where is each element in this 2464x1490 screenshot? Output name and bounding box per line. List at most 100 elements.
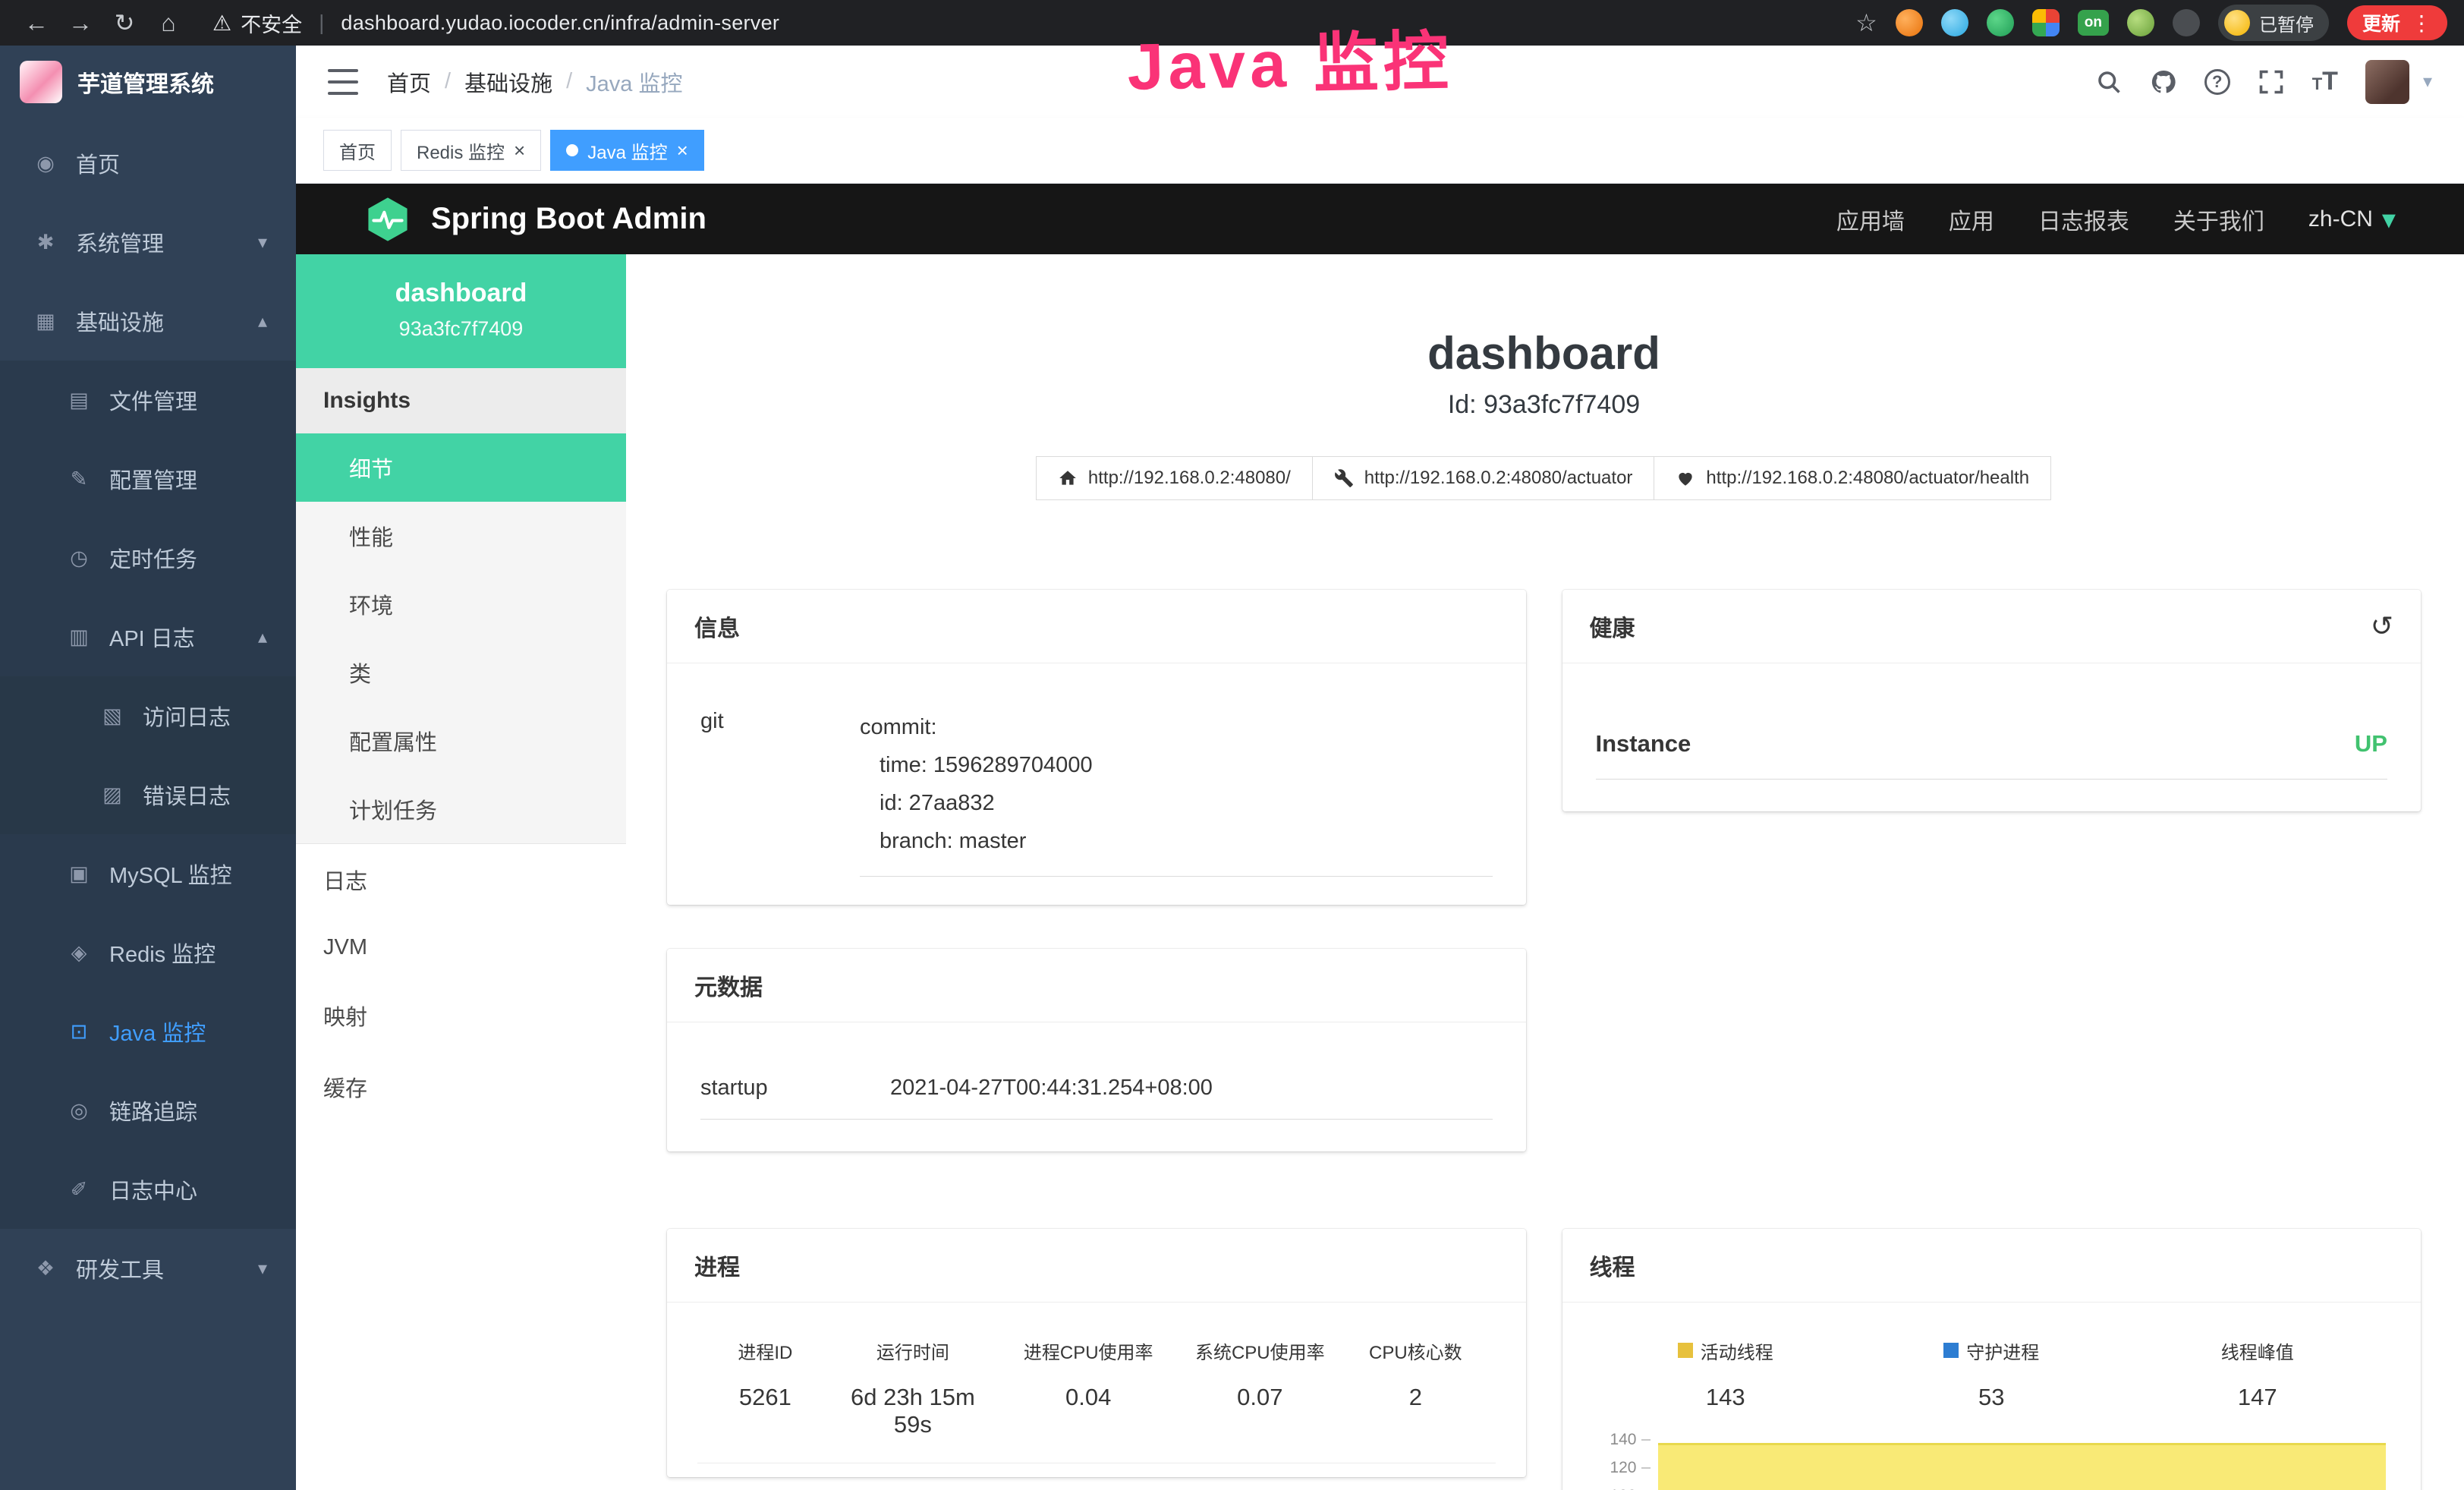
locale-dropdown[interactable]: zh-CN ▾ — [2308, 203, 2396, 235]
breadcrumb-item-home[interactable]: 首页 — [387, 66, 431, 98]
metadata-key: startup — [700, 1076, 890, 1101]
instance-header[interactable]: dashboard 93a3fc7f7409 — [296, 254, 626, 368]
sba-item-details[interactable]: 细节 — [296, 433, 626, 502]
gear-icon: ✱ — [32, 231, 59, 254]
sidebar-item-access-logs[interactable]: ▧ 访问日志 — [0, 676, 296, 755]
profile-button[interactable]: 已暂停 — [2218, 5, 2329, 41]
history-icon[interactable]: ↺ — [2371, 610, 2393, 642]
sba-item-mappings[interactable]: 映射 — [296, 980, 626, 1051]
extension-icon-3[interactable] — [1987, 9, 2014, 36]
sba-item-scheduled-tasks[interactable]: 计划任务 — [296, 775, 626, 843]
actuator-url-link[interactable]: http://192.168.0.2:48080/actuator — [1312, 456, 1655, 500]
hamburger-button[interactable] — [328, 69, 358, 95]
extension-icon-1[interactable] — [1896, 9, 1923, 36]
sidebar-item-error-logs[interactable]: ▨ 错误日志 — [0, 755, 296, 834]
tab-home[interactable]: 首页 — [323, 130, 392, 171]
sidebar-item-redis-monitor[interactable]: ◈ Redis 监控 — [0, 913, 296, 992]
sidebar-item-label: 文件管理 — [109, 384, 267, 416]
legend-value: 143 — [1593, 1384, 1859, 1411]
sidebar-item-dev-tools[interactable]: ❖ 研发工具 ▾ — [0, 1229, 296, 1308]
sba-item-config-props[interactable]: 配置属性 — [296, 707, 626, 775]
sidebar-item-system-management[interactable]: ✱ 系统管理 ▾ — [0, 203, 296, 282]
threads-chart: 140 120 100 — [1593, 1422, 2391, 1490]
extension-icon-2[interactable] — [1941, 9, 1968, 36]
sidebar-item-mysql-monitor[interactable]: ▣ MySQL 监控 — [0, 834, 296, 913]
sidebar-item-home[interactable]: ◉ 首页 — [0, 124, 296, 203]
sidebar-item-api-logs[interactable]: ▥ API 日志 ▴ — [0, 597, 296, 676]
close-icon[interactable]: × — [514, 139, 525, 162]
legend-label: 线程峰值 — [2221, 1337, 2294, 1364]
sba-nav-applications[interactable]: 应用 — [1949, 203, 1994, 236]
sidebar-item-tracing[interactable]: ◎ 链路追踪 — [0, 1071, 296, 1150]
metadata-card-title: 元数据 — [694, 969, 763, 1002]
sidebar-item-file-management[interactable]: ▤ 文件管理 — [0, 361, 296, 439]
info-card: 信息 git commit: time: 1596289704000 id: 2… — [667, 590, 1526, 905]
sidebar-item-java-monitor[interactable]: ⊡ Java 监控 — [0, 992, 296, 1071]
home-icon — [1058, 468, 1078, 488]
help-icon[interactable]: ? — [2204, 69, 2230, 95]
sidebar-item-log-center[interactable]: ✐ 日志中心 — [0, 1150, 296, 1229]
reload-button[interactable]: ↻ — [105, 8, 144, 37]
github-icon[interactable] — [2150, 68, 2177, 96]
fullscreen-icon[interactable] — [2258, 68, 2285, 96]
sba-content: dashboard Id: 93a3fc7f7409 http://192.16… — [626, 254, 2464, 1490]
sba-nav-about[interactable]: 关于我们 — [2173, 203, 2264, 236]
link-label: http://192.168.0.2:48080/actuator — [1364, 468, 1633, 489]
instance-url-link[interactable]: http://192.168.0.2:48080/ — [1036, 456, 1313, 500]
legend-label: 活动线程 — [1701, 1337, 1773, 1364]
sidebar-item-label: 配置管理 — [109, 463, 267, 495]
home-button[interactable]: ⌂ — [149, 9, 188, 37]
app-logo[interactable]: 芋道管理系统 — [0, 46, 296, 118]
forward-button[interactable]: → — [61, 9, 100, 37]
locale-label: zh-CN — [2308, 206, 2373, 232]
tab-redis-monitor[interactable]: Redis 监控 × — [401, 130, 541, 171]
chrome-update-button[interactable]: 更新 ⋮ — [2347, 5, 2447, 40]
security-label: 不安全 — [241, 8, 302, 38]
sba-item-logs[interactable]: 日志 — [296, 844, 626, 915]
address-bar[interactable]: dashboard.yudao.iocoder.cn/infra/admin-s… — [341, 11, 779, 35]
sba-logo-icon — [364, 196, 411, 243]
redis-icon: ◈ — [65, 941, 93, 965]
sba-item-classes[interactable]: 类 — [296, 638, 626, 707]
sidebar-item-label: 错误日志 — [143, 779, 267, 811]
sba-item-caches[interactable]: 缓存 — [296, 1051, 626, 1123]
sba-item-jvm[interactable]: JVM — [296, 915, 626, 980]
api-log-icon: ▥ — [65, 625, 93, 649]
sidebar-item-infrastructure[interactable]: ▦ 基础设施 ▴ — [0, 282, 296, 361]
legend-label: 守护进程 — [1966, 1337, 2039, 1364]
health-url-link[interactable]: http://192.168.0.2:48080/actuator/health — [1654, 456, 2051, 500]
extension-icon-6[interactable] — [2173, 9, 2200, 36]
sba-nav-journal[interactable]: 日志报表 — [2038, 203, 2129, 236]
error-log-icon: ▨ — [99, 783, 126, 807]
bookmark-star-icon[interactable]: ☆ — [1855, 8, 1877, 37]
site-info-button[interactable]: ⚠ 不安全 — [212, 8, 302, 38]
timer-icon: ◷ — [65, 547, 93, 570]
extension-on-badge[interactable]: on — [2078, 10, 2109, 36]
process-value: 5261 — [697, 1384, 833, 1411]
sba-item-environment[interactable]: 环境 — [296, 570, 626, 638]
trace-icon: ◎ — [65, 1099, 93, 1123]
sidebar-item-config-management[interactable]: ✎ 配置管理 — [0, 439, 296, 518]
profile-avatar-icon — [2224, 10, 2250, 36]
process-value: 0.04 — [993, 1384, 1184, 1411]
back-button[interactable]: ← — [17, 9, 56, 37]
wrench-icon — [1334, 468, 1354, 488]
close-icon[interactable]: × — [677, 139, 688, 162]
tab-java-monitor[interactable]: Java 监控 × — [550, 130, 704, 171]
extension-icon-5[interactable] — [2127, 9, 2154, 36]
mysql-icon: ▣ — [65, 862, 93, 886]
sba-title: Spring Boot Admin — [431, 202, 706, 236]
font-size-icon[interactable]: TT — [2312, 67, 2338, 96]
annotation-java-monitor: Java 监控 — [1126, 8, 1453, 108]
process-col-header: 系统CPU使用率 — [1184, 1337, 1336, 1364]
sba-nav-wallboard[interactable]: 应用墙 — [1836, 203, 1905, 236]
extension-icon-4[interactable] — [2032, 9, 2060, 36]
search-icon[interactable] — [2095, 68, 2123, 96]
sidebar-item-scheduled-jobs[interactable]: ◷ 定时任务 — [0, 518, 296, 597]
user-avatar[interactable] — [2365, 60, 2409, 104]
sidebar-item-label: 基础设施 — [76, 305, 241, 337]
sba-brand[interactable]: Spring Boot Admin — [364, 196, 706, 243]
tab-label: Redis 监控 — [417, 137, 505, 164]
omnibox-divider: | — [319, 11, 324, 35]
sba-item-metrics[interactable]: 性能 — [296, 502, 626, 570]
